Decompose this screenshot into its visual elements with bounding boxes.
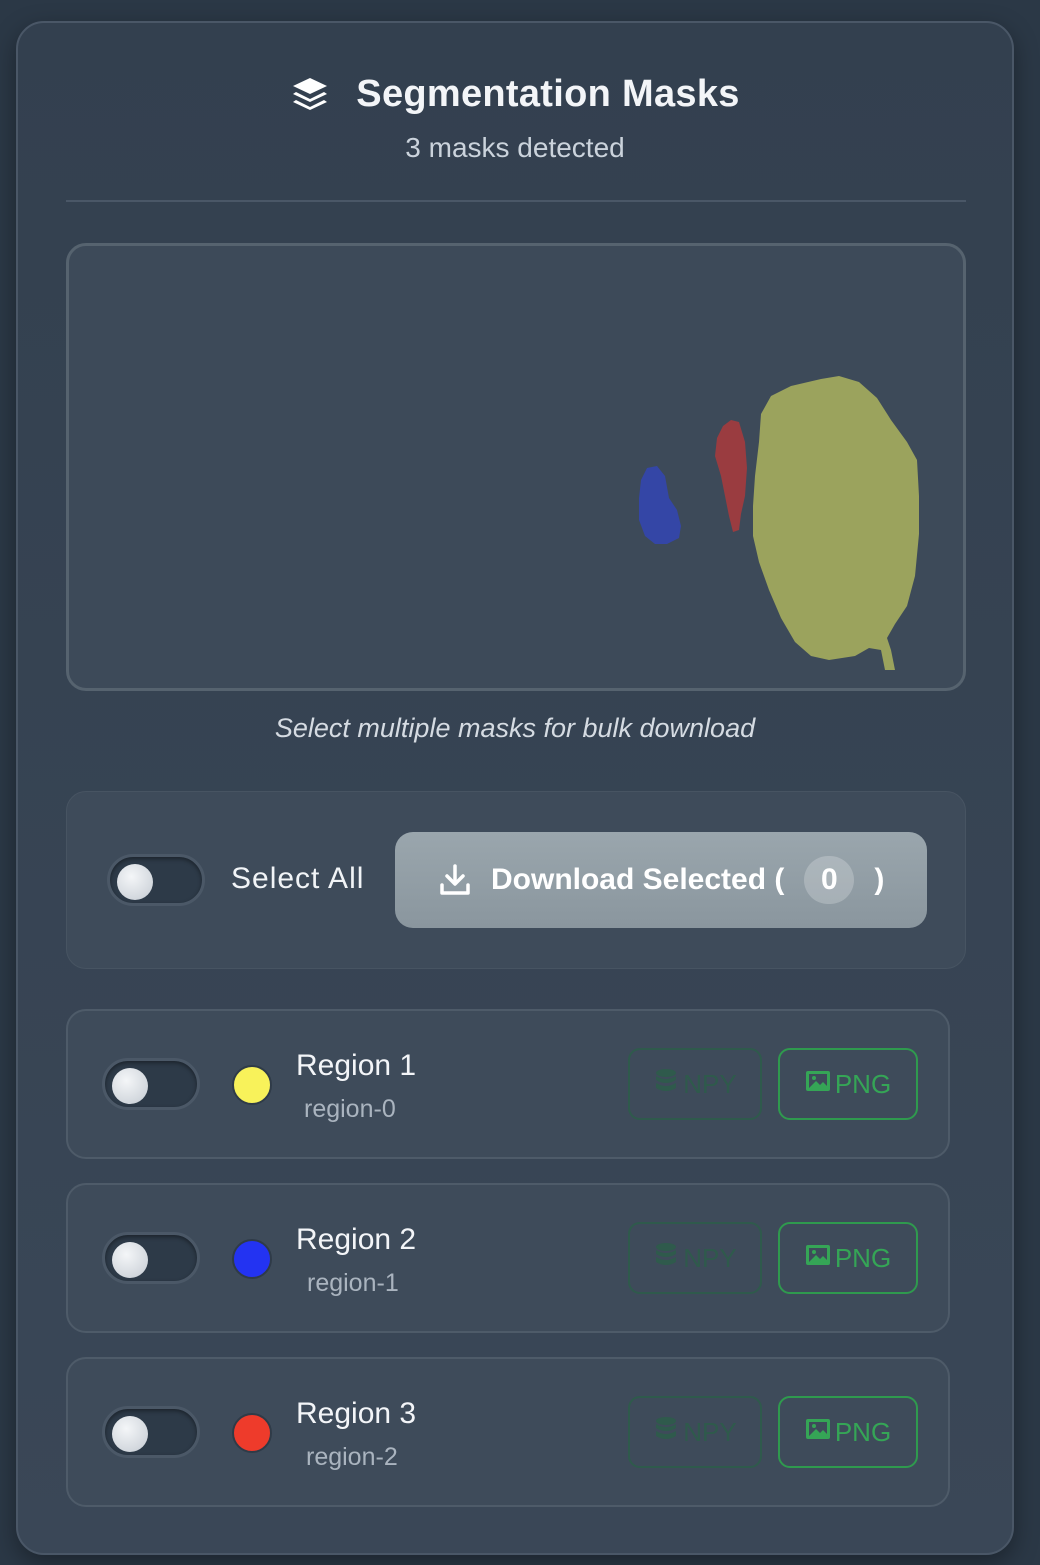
npy-label: NPY: [683, 1416, 737, 1447]
download-selected-label: Download Selected (: [491, 863, 785, 896]
mask-select-toggle[interactable]: [102, 1406, 200, 1458]
download-png-button[interactable]: PNG: [778, 1396, 918, 1468]
header-divider: [66, 200, 966, 202]
download-png-button[interactable]: PNG: [778, 1222, 918, 1294]
region-title: Region 1: [296, 1049, 417, 1082]
region-id: region-2: [306, 1443, 398, 1471]
layers-icon: [290, 75, 330, 115]
mask-row-region-0: Region 1 region-0 NPY PNG: [66, 1009, 950, 1159]
select-all-label: Select All: [231, 862, 365, 895]
image-icon: [805, 1068, 831, 1101]
database-icon: [653, 1242, 679, 1275]
mask-row-region-2: Region 3 region-2 NPY PNG: [66, 1357, 950, 1507]
png-label: PNG: [834, 1416, 892, 1447]
mask-preview-canvas: [66, 243, 966, 691]
database-icon: [653, 1068, 679, 1101]
select-all-toggle[interactable]: [107, 854, 205, 906]
download-png-button[interactable]: PNG: [778, 1048, 918, 1120]
mask-region-0: [753, 376, 919, 670]
mask-color-swatch: [232, 1065, 272, 1105]
mask-region-1: [639, 466, 681, 544]
database-icon: [653, 1416, 679, 1449]
download-selected-button[interactable]: Download Selected ( 0 ): [395, 832, 927, 928]
mask-select-toggle[interactable]: [102, 1058, 200, 1110]
toggle-knob: [112, 1416, 148, 1452]
selected-count-badge: 0: [804, 856, 855, 904]
toggle-knob: [117, 864, 153, 900]
bulk-download-hint: Select multiple masks for bulk download: [274, 713, 756, 743]
download-npy-button[interactable]: NPY: [628, 1396, 762, 1468]
panel-header: Segmentation Masks 3 masks detected: [18, 73, 1012, 164]
mask-count-text: 3 masks detected: [405, 132, 625, 163]
png-label: PNG: [834, 1242, 892, 1273]
mask-color-swatch: [232, 1413, 272, 1453]
segmentation-masks-panel: Segmentation Masks 3 masks detected Sele…: [16, 21, 1014, 1555]
region-id: region-1: [307, 1269, 399, 1297]
png-label: PNG: [834, 1068, 892, 1099]
mask-region-2: [715, 420, 747, 532]
toggle-knob: [112, 1242, 148, 1278]
npy-label: NPY: [683, 1242, 737, 1273]
download-icon: [439, 863, 471, 897]
mask-row-region-1: Region 2 region-1 NPY PNG: [66, 1183, 950, 1333]
region-title: Region 2: [296, 1223, 417, 1256]
image-icon: [805, 1242, 831, 1275]
page-title: Segmentation Masks: [356, 73, 740, 115]
region-title: Region 3: [296, 1397, 417, 1430]
mask-select-toggle[interactable]: [102, 1232, 200, 1284]
download-npy-button[interactable]: NPY: [628, 1048, 762, 1120]
npy-label: NPY: [683, 1068, 737, 1099]
download-selected-close: ): [874, 863, 885, 896]
mask-color-swatch: [232, 1239, 272, 1279]
bulk-actions-bar: Select All Download Selected ( 0 ): [66, 791, 966, 969]
image-icon: [805, 1416, 831, 1449]
title-row: Segmentation Masks: [18, 73, 1012, 116]
region-id: region-0: [304, 1095, 396, 1123]
download-npy-button[interactable]: NPY: [628, 1222, 762, 1294]
toggle-knob: [112, 1068, 148, 1104]
